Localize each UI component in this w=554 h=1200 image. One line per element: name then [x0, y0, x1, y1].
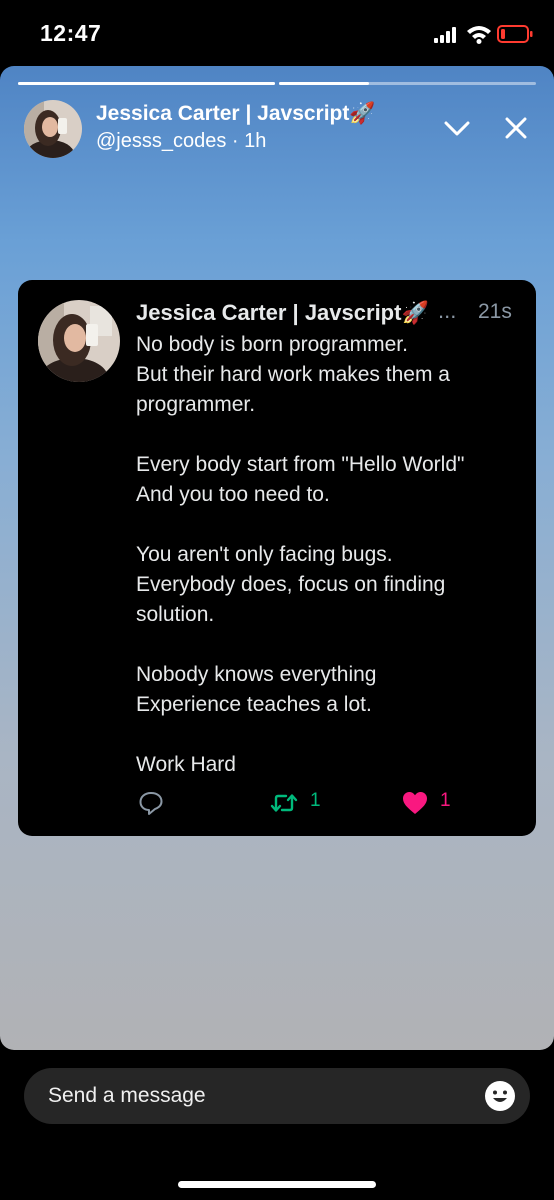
story-progress-bar	[18, 82, 275, 85]
tweet-timestamp: 21s	[478, 300, 512, 323]
signal-icon	[434, 27, 456, 43]
status-bar: 12:47	[0, 0, 554, 66]
smiley-icon[interactable]	[484, 1080, 516, 1112]
close-icon[interactable]	[502, 114, 530, 142]
story-author-avatar[interactable]	[24, 100, 82, 158]
retweet-icon[interactable]	[270, 792, 298, 814]
like-count: 1	[440, 790, 451, 811]
message-input[interactable]: Send a message	[24, 1068, 530, 1124]
battery-low-icon	[497, 25, 533, 43]
story-progress-fill	[18, 82, 275, 85]
story-progress-bar	[279, 82, 536, 85]
home-indicator[interactable]	[178, 1181, 376, 1188]
tweet-author-name[interactable]: Jessica Carter | Javscript🚀	[136, 300, 429, 326]
story-viewer[interactable]: Jessica Carter | Javscript🚀 @jesss_codes…	[0, 66, 554, 1050]
tweet-name-ellipsis: ...	[438, 298, 457, 323]
story-handle-time: @jesss_codes · 1h	[96, 130, 267, 152]
heart-icon[interactable]	[402, 791, 428, 815]
tweet-text: No body is born programmer. But their ha…	[136, 333, 465, 776]
message-placeholder: Send a message	[48, 1084, 206, 1107]
reply-icon[interactable]	[138, 790, 164, 816]
tweet-actions: 1 1	[136, 790, 536, 820]
tweet-author-avatar[interactable]	[38, 300, 120, 382]
status-time: 12:47	[40, 20, 102, 46]
tweet-card[interactable]: Jessica Carter | Javscript🚀 ... 21s No b…	[18, 280, 536, 836]
retweet-count: 1	[310, 790, 321, 811]
chevron-down-icon[interactable]	[442, 114, 472, 142]
story-progress-fill	[279, 82, 369, 85]
story-author-name[interactable]: Jessica Carter | Javscript🚀	[96, 102, 376, 126]
wifi-icon	[467, 26, 491, 44]
